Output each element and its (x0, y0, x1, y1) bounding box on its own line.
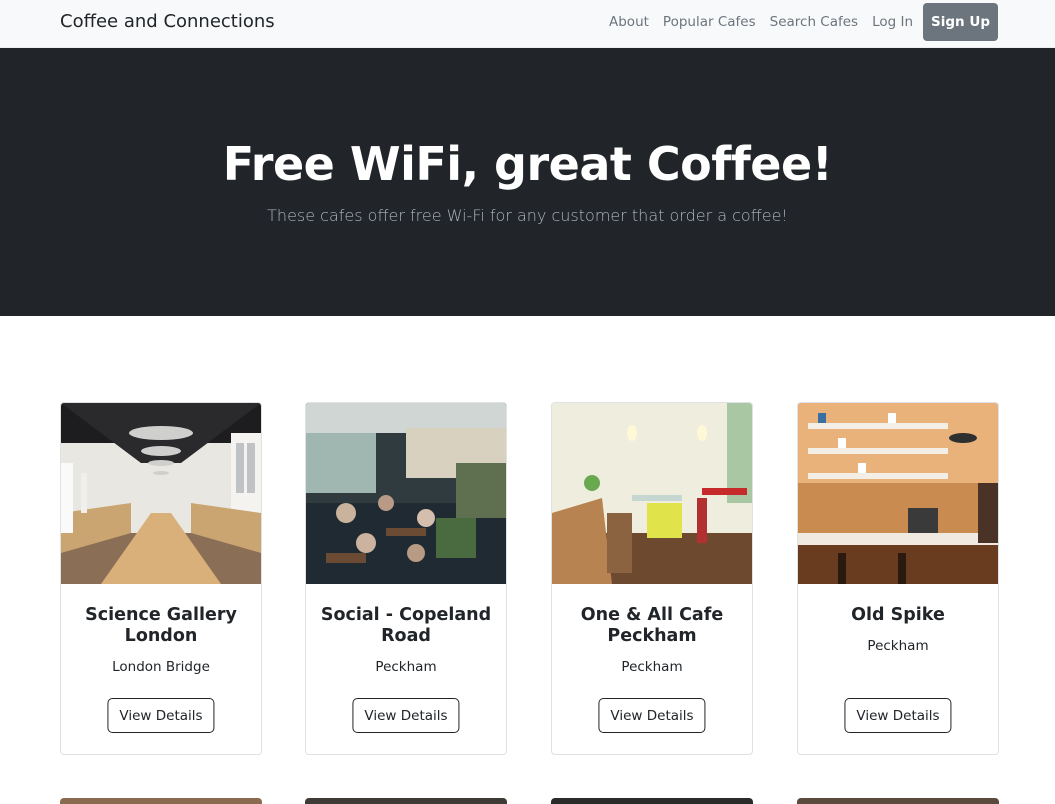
nav-link-popular-cafes[interactable]: Popular Cafes (663, 14, 756, 30)
cafe-location: Peckham (621, 659, 683, 675)
sign-up-button[interactable]: Sign Up (923, 3, 998, 41)
nav-link-search-cafes[interactable]: Search Cafes (770, 14, 858, 30)
cafe-name: One & All Cafe Peckham (580, 605, 724, 646)
cafe-card: One & All Cafe Peckham Peckham View Deta… (551, 402, 753, 755)
cafe-location: Peckham (867, 638, 929, 654)
cafe-photo (61, 403, 261, 584)
nav-link-about[interactable]: About (609, 14, 649, 30)
cafe-card-partial (60, 798, 262, 804)
view-details-button[interactable]: View Details (598, 698, 706, 733)
nav-link-log-in[interactable]: Log In (872, 14, 913, 30)
cafe-photo (798, 403, 998, 584)
cafe-card-partial (797, 798, 999, 804)
hero-subtitle: These cafes offer free Wi-Fi for any cus… (267, 206, 788, 225)
navbar: Coffee and Connections About Popular Caf… (0, 0, 1055, 48)
brand-logo-link[interactable]: Coffee and Connections (60, 11, 275, 32)
view-details-button[interactable]: View Details (844, 698, 952, 733)
cafe-card-partial (305, 798, 507, 804)
cafe-photo (552, 403, 752, 584)
cafe-name: Social - Copeland Road (320, 605, 492, 646)
cafe-name: Science Gallery London (85, 605, 237, 646)
cafe-card: Old Spike Peckham View Details (797, 402, 999, 755)
cafe-location: Peckham (375, 659, 437, 675)
hero-title: Free WiFi, great Coffee! (222, 137, 833, 191)
cafe-card-grid: Science Gallery London London Bridge Vie… (60, 402, 1000, 762)
cafe-location: London Bridge (112, 659, 210, 675)
cafe-card: Social - Copeland Road Peckham View Deta… (305, 402, 507, 755)
cafe-name: Old Spike (851, 605, 945, 625)
view-details-button[interactable]: View Details (107, 698, 215, 733)
hero-banner: Free WiFi, great Coffee! These cafes off… (0, 48, 1055, 316)
cafe-card-partial (551, 798, 753, 804)
cafe-card: Science Gallery London London Bridge Vie… (60, 402, 262, 755)
nav-links: About Popular Cafes Search Cafes Log In … (595, 3, 998, 41)
cafe-photo (306, 403, 506, 584)
view-details-button[interactable]: View Details (352, 698, 460, 733)
